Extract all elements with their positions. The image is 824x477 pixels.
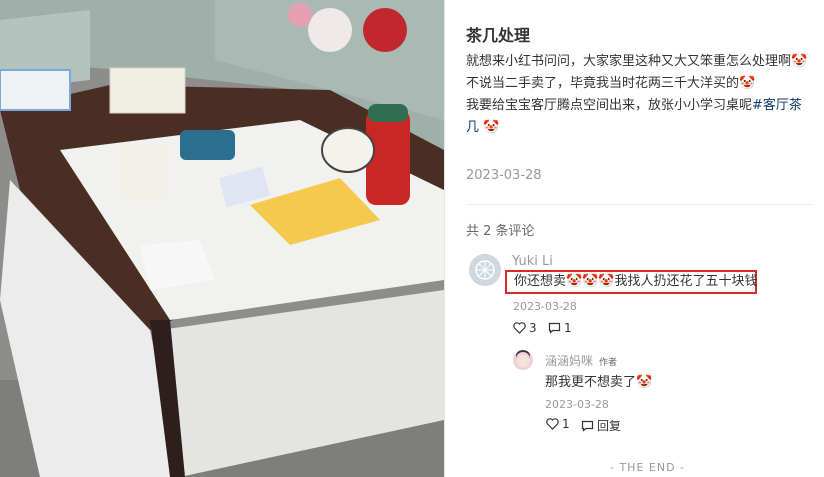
- post-line-3-text: 我要给宝宝客厅腾点空间出来，放张小小学习桌呢: [466, 98, 753, 113]
- ferris-wheel-avatar-icon: [469, 254, 501, 286]
- reply-button[interactable]: 回复: [581, 417, 621, 434]
- comment-text-highlighted: 你还想卖🤡🤡🤡我找人扔还花了五十块钱: [505, 270, 758, 294]
- author-badge: 作者: [599, 358, 618, 368]
- like-count: 3: [529, 321, 537, 335]
- reply-label: 回复: [597, 419, 622, 433]
- post-title: 茶几处理: [466, 26, 531, 45]
- post-line-1: 就想来小红书问问，大家家里这种又大又笨重怎么处理啊🤡: [466, 54, 808, 69]
- reply-like-button[interactable]: 1: [546, 417, 570, 431]
- avatar[interactable]: [469, 254, 501, 286]
- like-button[interactable]: 3: [513, 321, 537, 335]
- coffee-table-photo: [0, 0, 444, 477]
- heart-icon: [513, 322, 526, 334]
- post-line-3: 我要给宝宝客厅腾点空间出来，放张小小学习桌呢#客厅茶几 🤡: [466, 95, 814, 139]
- comment-bubble-icon: [548, 322, 561, 334]
- reply-avatar[interactable]: [513, 350, 533, 370]
- girl-avatar-icon: [513, 350, 533, 370]
- the-end-label: - THE END -: [610, 461, 686, 474]
- reply-count: 1: [564, 321, 572, 335]
- comment-bubble-icon: [581, 420, 594, 432]
- reply-count-button[interactable]: 1: [548, 321, 572, 335]
- reply-date: 2023-03-28: [545, 398, 609, 411]
- post-line-2: 不说当二手卖了，毕竟我当时花两三千大洋买的🤡: [466, 76, 756, 91]
- comment-username[interactable]: Yuki Li: [512, 254, 553, 269]
- post-photo[interactable]: [0, 0, 444, 477]
- post-date: 2023-03-28: [466, 168, 542, 183]
- post-detail-panel: 茶几处理 就想来小红书问问，大家家里这种又大又笨重怎么处理啊🤡 不说当二手卖了，…: [445, 0, 824, 477]
- heart-icon: [546, 418, 559, 430]
- reply-username-text[interactable]: 涵涵妈咪: [545, 354, 593, 368]
- post-line-3-emoji: 🤡: [479, 120, 500, 135]
- reply-like-count: 1: [562, 417, 570, 431]
- post-body: 就想来小红书问问，大家家里这种又大又笨重怎么处理啊🤡 不说当二手卖了，毕竟我当时…: [466, 51, 814, 139]
- comment-count: 共 2 条评论: [466, 224, 535, 239]
- divider: [466, 204, 814, 205]
- comment-date: 2023-03-28: [513, 300, 577, 313]
- reply-text: 那我更不想卖了🤡: [545, 375, 653, 390]
- reply-username: 涵涵妈咪 作者: [545, 352, 617, 369]
